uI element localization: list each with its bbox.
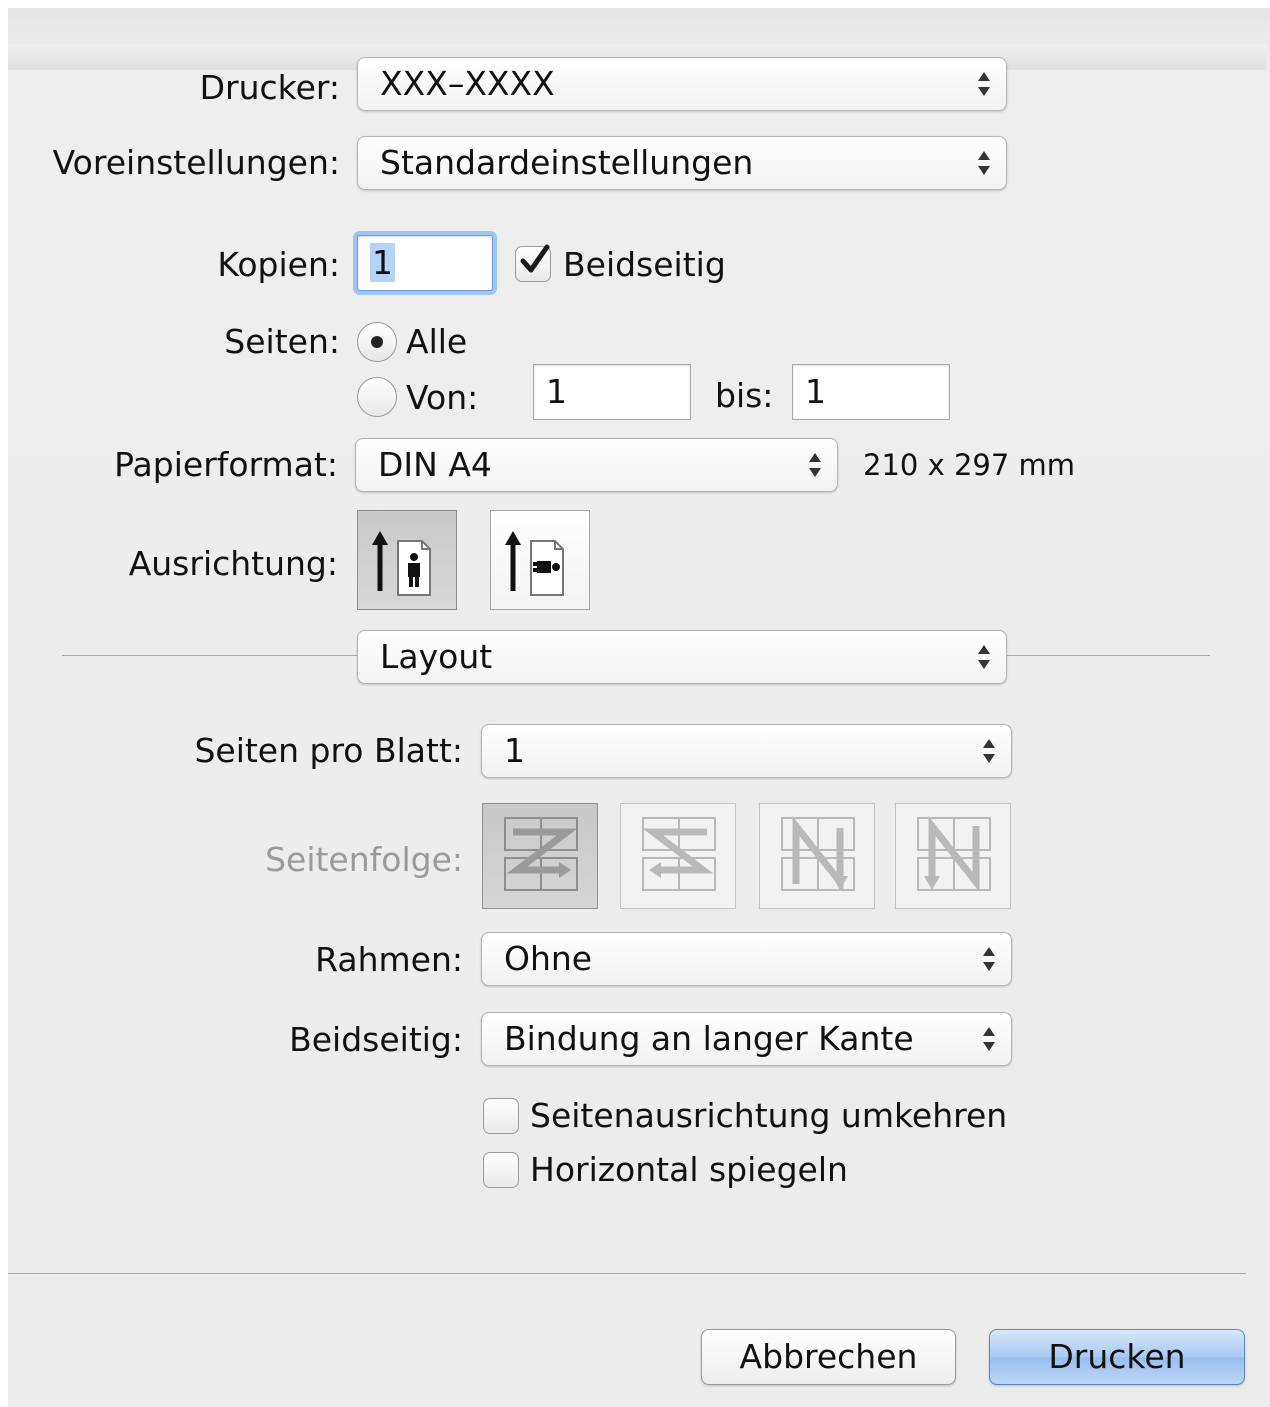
section-divider-left [62, 655, 357, 656]
pages-to-value: 1 [805, 372, 826, 411]
border-value: Ohne [504, 939, 593, 978]
duplex-checkbox[interactable] [515, 244, 551, 282]
paper-value: DIN A4 [378, 445, 492, 484]
print-button[interactable]: Drucken [989, 1329, 1245, 1385]
portrait-orientation-icon [372, 531, 431, 596]
N-order-icon [917, 815, 991, 893]
page-order-reverse-s-button[interactable] [620, 803, 736, 909]
popup-arrows-icon [976, 69, 992, 99]
print-dialog [8, 8, 1270, 1407]
copies-value: 1 [370, 243, 395, 282]
portrait-orientation-button[interactable] [357, 510, 457, 610]
presets-popup[interactable]: Standardeinstellungen [357, 136, 1007, 190]
flip-horizontal-checkbox[interactable] [483, 1152, 519, 1188]
Z-order-icon [504, 817, 578, 891]
popup-arrows-icon [981, 736, 997, 766]
paper-dimensions: 210 x 297 mm [863, 448, 1076, 482]
N-reverse-order-icon [781, 815, 855, 893]
pages-to-label: bis: [715, 376, 774, 415]
paper-popup[interactable]: DIN A4 [355, 438, 838, 492]
presets-value: Standardeinstellungen [380, 143, 754, 182]
border-popup[interactable]: Ohne [481, 932, 1012, 986]
popup-arrows-icon [981, 1024, 997, 1054]
pages-per-sheet-value: 1 [504, 731, 525, 770]
pages-from-value: 1 [546, 372, 567, 411]
printer-label: Drucker: [199, 68, 340, 107]
duplex-popup[interactable]: Bindung an langer Kante [481, 1012, 1012, 1066]
orientation-label: Ausrichtung: [128, 544, 338, 583]
copies-label: Kopien: [217, 245, 340, 284]
landscape-orientation-icon [505, 531, 564, 596]
page-order-z-button[interactable] [482, 803, 598, 909]
popup-arrows-icon [981, 944, 997, 974]
pages-per-sheet-popup[interactable]: 1 [481, 724, 1012, 778]
pages-label: Seiten: [224, 322, 340, 361]
reverse-orientation-label: Seitenausrichtung umkehren [530, 1096, 1008, 1135]
paper-label: Papierformat: [114, 445, 338, 484]
pages-per-sheet-label: Seiten pro Blatt: [194, 731, 463, 770]
bottom-divider [8, 1273, 1246, 1274]
popup-arrows-icon [976, 642, 992, 672]
border-label: Rahmen: [315, 940, 463, 979]
checkmark-icon [520, 244, 550, 273]
section-divider-right [1007, 655, 1210, 656]
printer-popup[interactable]: XXX–XXXX [357, 57, 1007, 111]
popup-arrows-icon [976, 148, 992, 178]
section-popup[interactable]: Layout [357, 630, 1007, 684]
pages-from-input[interactable]: 1 [533, 364, 691, 420]
section-value: Layout [380, 637, 493, 676]
page-order-label: Seitenfolge: [265, 840, 463, 879]
reverse-S-order-icon [642, 817, 716, 891]
page-order-n-button[interactable] [895, 803, 1011, 909]
reverse-orientation-checkbox[interactable] [483, 1098, 519, 1134]
page-order-n-reverse-button[interactable] [759, 803, 875, 909]
pages-to-input[interactable]: 1 [792, 364, 950, 420]
duplex-value: Bindung an langer Kante [504, 1019, 914, 1058]
printer-value: XXX–XXXX [380, 64, 555, 103]
pages-from-label: Von: [406, 378, 479, 417]
pages-range-radio[interactable] [357, 377, 397, 417]
landscape-orientation-button[interactable] [490, 510, 590, 610]
duplex-label: Beidseitig: [289, 1020, 463, 1059]
duplex-checkbox-label: Beidseitig [563, 245, 726, 284]
pages-all-radio[interactable] [357, 322, 397, 362]
cancel-button[interactable]: Abbrechen [701, 1329, 956, 1385]
flip-horizontal-label: Horizontal spiegeln [530, 1150, 848, 1189]
pages-all-label: Alle [406, 322, 468, 361]
popup-arrows-icon [807, 450, 823, 480]
presets-label: Voreinstellungen: [52, 143, 340, 182]
copies-input[interactable]: 1 [357, 235, 493, 291]
